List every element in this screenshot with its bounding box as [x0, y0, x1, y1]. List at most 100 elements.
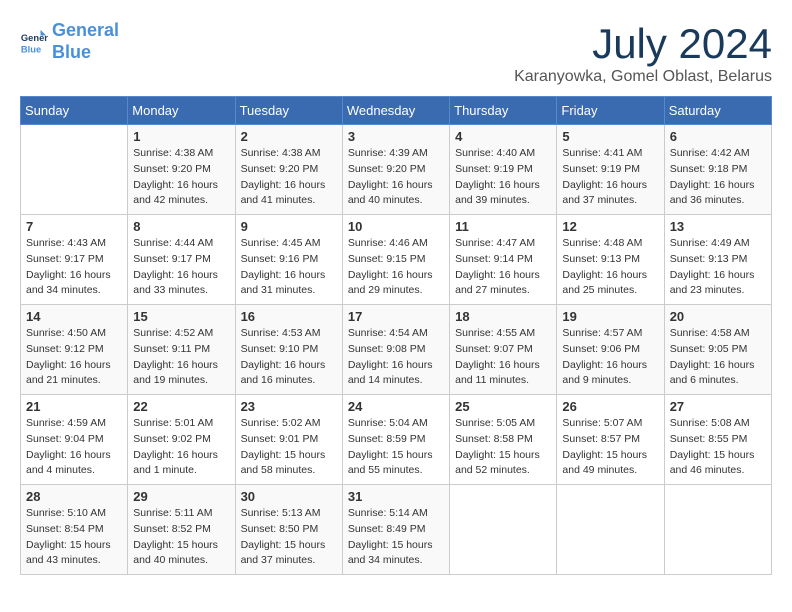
sunset-text: Sunset: 9:12 PM — [26, 343, 104, 355]
daylight-text: Daylight: 15 hours and 49 minutes. — [562, 449, 647, 477]
sunset-text: Sunset: 8:50 PM — [241, 523, 319, 535]
sunset-text: Sunset: 9:20 PM — [241, 163, 319, 175]
day-info: Sunrise: 4:40 AM Sunset: 9:19 PM Dayligh… — [455, 146, 551, 209]
sunset-text: Sunset: 9:13 PM — [562, 253, 640, 265]
day-number: 14 — [26, 309, 122, 324]
calendar-cell: 12 Sunrise: 4:48 AM Sunset: 9:13 PM Dayl… — [557, 215, 664, 305]
daylight-text: Daylight: 16 hours and 6 minutes. — [670, 359, 755, 387]
daylight-text: Daylight: 16 hours and 41 minutes. — [241, 179, 326, 207]
day-number: 8 — [133, 219, 229, 234]
sunrise-text: Sunrise: 5:07 AM — [562, 417, 642, 429]
sunset-text: Sunset: 8:58 PM — [455, 433, 533, 445]
day-info: Sunrise: 4:45 AM Sunset: 9:16 PM Dayligh… — [241, 236, 337, 299]
sunset-text: Sunset: 9:16 PM — [241, 253, 319, 265]
calendar-cell: 30 Sunrise: 5:13 AM Sunset: 8:50 PM Dayl… — [235, 485, 342, 575]
sunset-text: Sunset: 8:54 PM — [26, 523, 104, 535]
calendar-cell: 18 Sunrise: 4:55 AM Sunset: 9:07 PM Dayl… — [450, 305, 557, 395]
sunrise-text: Sunrise: 5:14 AM — [348, 507, 428, 519]
day-info: Sunrise: 4:48 AM Sunset: 9:13 PM Dayligh… — [562, 236, 658, 299]
daylight-text: Daylight: 16 hours and 23 minutes. — [670, 269, 755, 297]
week-row-4: 21 Sunrise: 4:59 AM Sunset: 9:04 PM Dayl… — [21, 395, 772, 485]
sunrise-text: Sunrise: 4:48 AM — [562, 237, 642, 249]
sunset-text: Sunset: 8:55 PM — [670, 433, 748, 445]
sunrise-text: Sunrise: 4:49 AM — [670, 237, 750, 249]
sunset-text: Sunset: 9:18 PM — [670, 163, 748, 175]
weekday-header-sunday: Sunday — [21, 97, 128, 125]
daylight-text: Daylight: 16 hours and 4 minutes. — [26, 449, 111, 477]
day-number: 10 — [348, 219, 444, 234]
sunset-text: Sunset: 8:59 PM — [348, 433, 426, 445]
title-block: July 2024 Karanyowka, Gomel Oblast, Bela… — [514, 20, 772, 86]
daylight-text: Daylight: 16 hours and 42 minutes. — [133, 179, 218, 207]
calendar-cell: 27 Sunrise: 5:08 AM Sunset: 8:55 PM Dayl… — [664, 395, 771, 485]
calendar-cell: 17 Sunrise: 4:54 AM Sunset: 9:08 PM Dayl… — [342, 305, 449, 395]
day-info: Sunrise: 5:13 AM Sunset: 8:50 PM Dayligh… — [241, 506, 337, 569]
sunrise-text: Sunrise: 5:10 AM — [26, 507, 106, 519]
weekday-header-friday: Friday — [557, 97, 664, 125]
daylight-text: Daylight: 16 hours and 37 minutes. — [562, 179, 647, 207]
week-row-5: 28 Sunrise: 5:10 AM Sunset: 8:54 PM Dayl… — [21, 485, 772, 575]
day-info: Sunrise: 5:14 AM Sunset: 8:49 PM Dayligh… — [348, 506, 444, 569]
day-number: 22 — [133, 399, 229, 414]
daylight-text: Daylight: 16 hours and 14 minutes. — [348, 359, 433, 387]
day-info: Sunrise: 5:05 AM Sunset: 8:58 PM Dayligh… — [455, 416, 551, 479]
calendar-cell — [557, 485, 664, 575]
day-number: 16 — [241, 309, 337, 324]
calendar-cell: 24 Sunrise: 5:04 AM Sunset: 8:59 PM Dayl… — [342, 395, 449, 485]
weekday-header-saturday: Saturday — [664, 97, 771, 125]
day-number: 3 — [348, 129, 444, 144]
sunrise-text: Sunrise: 4:44 AM — [133, 237, 213, 249]
day-number: 27 — [670, 399, 766, 414]
sunset-text: Sunset: 9:04 PM — [26, 433, 104, 445]
calendar-cell: 25 Sunrise: 5:05 AM Sunset: 8:58 PM Dayl… — [450, 395, 557, 485]
day-info: Sunrise: 5:10 AM Sunset: 8:54 PM Dayligh… — [26, 506, 122, 569]
sunrise-text: Sunrise: 4:38 AM — [241, 147, 321, 159]
sunset-text: Sunset: 9:19 PM — [455, 163, 533, 175]
sunrise-text: Sunrise: 5:02 AM — [241, 417, 321, 429]
day-info: Sunrise: 5:08 AM Sunset: 8:55 PM Dayligh… — [670, 416, 766, 479]
sunrise-text: Sunrise: 5:08 AM — [670, 417, 750, 429]
day-info: Sunrise: 4:49 AM Sunset: 9:13 PM Dayligh… — [670, 236, 766, 299]
daylight-text: Daylight: 15 hours and 46 minutes. — [670, 449, 755, 477]
sunrise-text: Sunrise: 4:38 AM — [133, 147, 213, 159]
day-number: 6 — [670, 129, 766, 144]
day-info: Sunrise: 4:50 AM Sunset: 9:12 PM Dayligh… — [26, 326, 122, 389]
day-number: 28 — [26, 489, 122, 504]
calendar-cell: 22 Sunrise: 5:01 AM Sunset: 9:02 PM Dayl… — [128, 395, 235, 485]
day-number: 17 — [348, 309, 444, 324]
sunset-text: Sunset: 9:11 PM — [133, 343, 210, 355]
daylight-text: Daylight: 15 hours and 40 minutes. — [133, 539, 218, 567]
calendar-cell: 3 Sunrise: 4:39 AM Sunset: 9:20 PM Dayli… — [342, 125, 449, 215]
logo-text: General Blue — [52, 20, 119, 63]
calendar-cell: 31 Sunrise: 5:14 AM Sunset: 8:49 PM Dayl… — [342, 485, 449, 575]
day-info: Sunrise: 5:07 AM Sunset: 8:57 PM Dayligh… — [562, 416, 658, 479]
sunset-text: Sunset: 8:52 PM — [133, 523, 211, 535]
sunrise-text: Sunrise: 4:46 AM — [348, 237, 428, 249]
calendar-cell: 20 Sunrise: 4:58 AM Sunset: 9:05 PM Dayl… — [664, 305, 771, 395]
sunset-text: Sunset: 9:17 PM — [133, 253, 211, 265]
calendar-cell: 28 Sunrise: 5:10 AM Sunset: 8:54 PM Dayl… — [21, 485, 128, 575]
day-info: Sunrise: 4:47 AM Sunset: 9:14 PM Dayligh… — [455, 236, 551, 299]
day-number: 19 — [562, 309, 658, 324]
daylight-text: Daylight: 16 hours and 31 minutes. — [241, 269, 326, 297]
weekday-header-monday: Monday — [128, 97, 235, 125]
day-number: 7 — [26, 219, 122, 234]
sunrise-text: Sunrise: 4:50 AM — [26, 327, 106, 339]
calendar-cell: 9 Sunrise: 4:45 AM Sunset: 9:16 PM Dayli… — [235, 215, 342, 305]
calendar-table: SundayMondayTuesdayWednesdayThursdayFrid… — [20, 96, 772, 575]
daylight-text: Daylight: 16 hours and 1 minute. — [133, 449, 218, 477]
day-info: Sunrise: 4:58 AM Sunset: 9:05 PM Dayligh… — [670, 326, 766, 389]
daylight-text: Daylight: 15 hours and 34 minutes. — [348, 539, 433, 567]
day-number: 31 — [348, 489, 444, 504]
calendar-cell: 16 Sunrise: 4:53 AM Sunset: 9:10 PM Dayl… — [235, 305, 342, 395]
sunrise-text: Sunrise: 4:55 AM — [455, 327, 535, 339]
sunrise-text: Sunrise: 4:58 AM — [670, 327, 750, 339]
calendar-cell: 10 Sunrise: 4:46 AM Sunset: 9:15 PM Dayl… — [342, 215, 449, 305]
location-subtitle: Karanyowka, Gomel Oblast, Belarus — [514, 68, 772, 86]
sunrise-text: Sunrise: 5:01 AM — [133, 417, 213, 429]
sunrise-text: Sunrise: 4:47 AM — [455, 237, 535, 249]
day-info: Sunrise: 4:55 AM Sunset: 9:07 PM Dayligh… — [455, 326, 551, 389]
sunrise-text: Sunrise: 5:05 AM — [455, 417, 535, 429]
day-info: Sunrise: 5:01 AM Sunset: 9:02 PM Dayligh… — [133, 416, 229, 479]
sunrise-text: Sunrise: 4:40 AM — [455, 147, 535, 159]
